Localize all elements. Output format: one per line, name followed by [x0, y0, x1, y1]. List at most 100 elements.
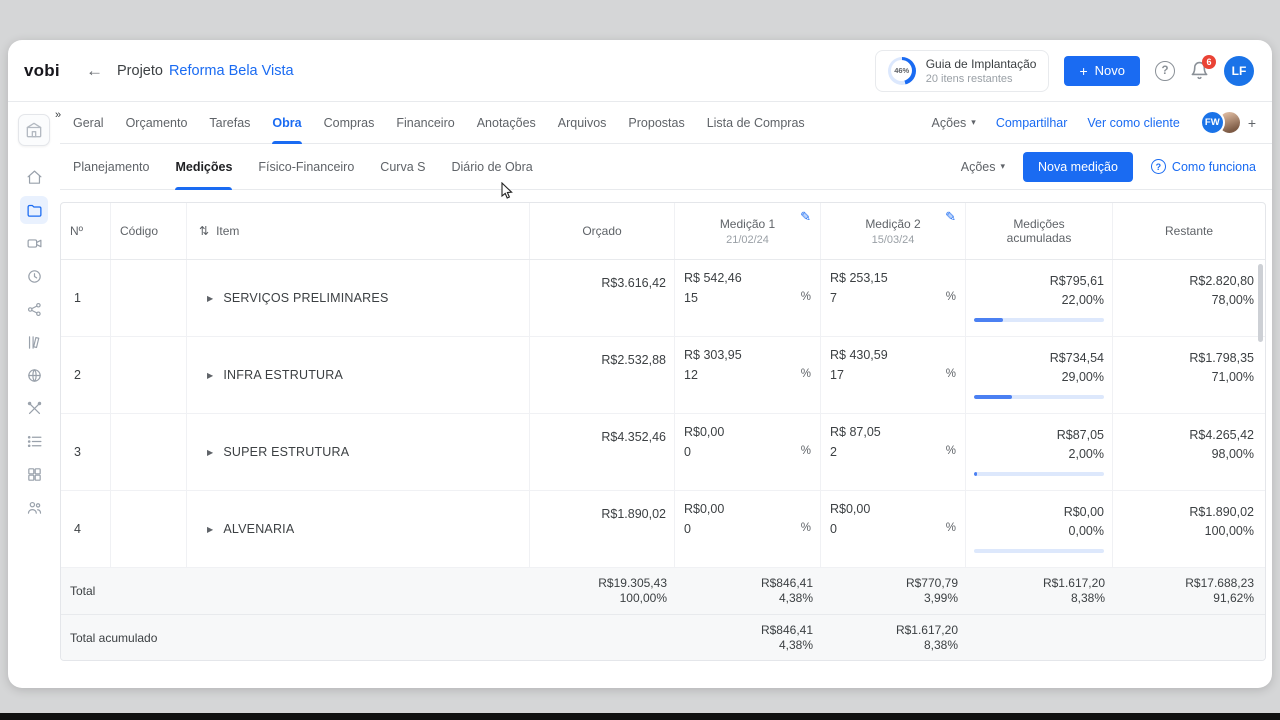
project-name[interactable]: Reforma Bela Vista	[169, 63, 294, 79]
expand-row-icon[interactable]: ▶	[207, 371, 213, 380]
accumulated-line2: acumuladas	[1007, 231, 1072, 245]
edit-measurement-1-icon[interactable]: ✎	[800, 209, 811, 225]
budget-value: R$3.616,42	[530, 260, 675, 336]
tab-lista-de-compras[interactable]: Lista de Compras	[707, 102, 805, 143]
accumulated-percent: 0,00%	[974, 524, 1104, 538]
measurement-2-percent: 17	[830, 368, 844, 382]
total-row: Total R$19.305,43 100,00% R$846,41 4,38%…	[61, 568, 1265, 615]
measurement-2-percent: 2	[830, 445, 837, 459]
user-avatar[interactable]: LF	[1224, 56, 1254, 86]
item-cell[interactable]: ▶ ALVENARIA	[187, 491, 530, 567]
measurement-2-cell[interactable]: R$ 253,15 7%	[821, 260, 966, 336]
measurement-1-cell[interactable]: R$ 303,95 12%	[675, 337, 821, 413]
bottom-strip	[0, 713, 1280, 720]
help-button[interactable]: ?	[1155, 61, 1175, 81]
globe-icon	[26, 367, 43, 384]
percent-sign: %	[801, 445, 811, 459]
new-measurement-button[interactable]: Nova medição	[1023, 152, 1133, 182]
expand-row-icon[interactable]: ▶	[207, 448, 213, 457]
clock-icon	[26, 268, 43, 285]
tab-arquivos[interactable]: Arquivos	[558, 102, 607, 143]
tab-anotacoes[interactable]: Anotações	[477, 102, 536, 143]
subtab-planejamento[interactable]: Planejamento	[73, 144, 149, 189]
accumulated-total-label: Total acumulado	[61, 615, 530, 660]
total-m1-value: R$846,41	[761, 576, 813, 591]
subtab-fisico-financeiro[interactable]: Físico-Financeiro	[258, 144, 354, 189]
chevron-down-icon: ▾	[971, 117, 976, 128]
main-nav: Geral Orçamento Tarefas Obra Compras Fin…	[60, 102, 1272, 144]
measurement-2-cell[interactable]: R$ 430,59 17%	[821, 337, 966, 413]
back-button[interactable]: ←	[86, 61, 103, 81]
tab-geral[interactable]: Geral	[73, 102, 104, 143]
measurement-2-date: 15/03/24	[872, 234, 915, 246]
subtab-diario-de-obra[interactable]: Diário de Obra	[451, 144, 532, 189]
measurement-2-cell[interactable]: R$0,00 0%	[821, 491, 966, 567]
implementation-guide-card[interactable]: 46% Guia de Implantação 20 itens restant…	[875, 50, 1050, 92]
tab-compras[interactable]: Compras	[324, 102, 375, 143]
sidebar-item-web[interactable]	[20, 361, 48, 389]
sidebar-item-network[interactable]	[20, 295, 48, 323]
notification-badge: 6	[1202, 55, 1216, 69]
item-cell[interactable]: ▶ INFRA ESTRUTURA	[187, 337, 530, 413]
how-it-works-link[interactable]: ? Como funciona	[1151, 159, 1256, 174]
measurement-1-cell[interactable]: R$0,00 0%	[675, 414, 821, 490]
remaining-cell: R$4.265,42 98,00%	[1113, 414, 1265, 490]
new-button[interactable]: + Novo	[1064, 56, 1140, 86]
measurement-2-cell[interactable]: R$ 87,05 2%	[821, 414, 966, 490]
remaining-percent: 78,00%	[1121, 293, 1254, 307]
remaining-value: R$1.798,35	[1121, 351, 1254, 365]
sidebar	[8, 102, 60, 688]
code-cell	[111, 414, 187, 490]
sidebar-item-history[interactable]	[20, 262, 48, 290]
add-collaborator-button[interactable]: +	[1248, 115, 1256, 131]
expand-row-icon[interactable]: ▶	[207, 294, 213, 303]
sidebar-item-apps[interactable]	[20, 460, 48, 488]
scrollbar-thumb[interactable]	[1258, 264, 1263, 342]
sidebar-item-team[interactable]	[20, 493, 48, 521]
tab-financeiro[interactable]: Financeiro	[396, 102, 454, 143]
header-actions: 46% Guia de Implantação 20 itens restant…	[875, 50, 1254, 92]
guide-progress-ring: 46%	[888, 57, 916, 85]
total-accumulated-value: R$1.617,20	[1043, 576, 1105, 591]
accumulated-percent: 22,00%	[974, 293, 1104, 307]
collaborator-avatar[interactable]: FW	[1200, 110, 1225, 135]
expand-row-icon[interactable]: ▶	[207, 525, 213, 534]
main-nav-actions: Ações ▾ Compartilhar Ver como cliente FW…	[932, 102, 1256, 143]
sub-nav-actions: Ações ▾ Nova medição ? Como funciona	[961, 144, 1256, 189]
tab-orcamento[interactable]: Orçamento	[126, 102, 188, 143]
measurement-2-value: R$ 430,59	[830, 348, 956, 362]
measurement-1-cell[interactable]: R$ 542,46 15%	[675, 260, 821, 336]
view-as-client-button[interactable]: Ver como cliente	[1087, 116, 1179, 130]
sidebar-item-library[interactable]	[20, 328, 48, 356]
tab-obra[interactable]: Obra	[272, 102, 301, 143]
guide-subtitle: 20 itens restantes	[926, 73, 1037, 85]
project-thumbnail[interactable]	[18, 114, 50, 146]
measurement-2-value: R$ 87,05	[830, 425, 956, 439]
budget-value: R$2.532,88	[530, 337, 675, 413]
project-actions-dropdown[interactable]: Ações ▾	[932, 116, 976, 130]
subtab-curva-s[interactable]: Curva S	[380, 144, 425, 189]
sidebar-item-tools[interactable]	[20, 394, 48, 422]
accumulated-total-measurement-1: R$846,41 4,38%	[675, 615, 821, 660]
sidebar-item-lists[interactable]	[20, 427, 48, 455]
collapse-sidebar-button[interactable]: »	[53, 109, 63, 121]
table-row: 3 ▶ SUPER ESTRUTURA R$4.352,46 R$0,00 0%	[61, 414, 1265, 491]
tab-tarefas[interactable]: Tarefas	[209, 102, 250, 143]
sidebar-item-projects[interactable]	[20, 196, 48, 224]
tab-propostas[interactable]: Propostas	[628, 102, 684, 143]
subtab-medicoes[interactable]: Medições	[175, 144, 232, 189]
remaining-cell: R$1.798,35 71,00%	[1113, 337, 1265, 413]
edit-measurement-2-icon[interactable]: ✎	[945, 209, 956, 225]
share-button[interactable]: Compartilhar	[996, 116, 1068, 130]
sidebar-item-media[interactable]	[20, 229, 48, 257]
list-icon	[26, 433, 43, 450]
sort-icon[interactable]: ⇅	[199, 224, 209, 238]
vobi-logo: vobi	[24, 61, 86, 81]
item-cell[interactable]: ▶ SERVIÇOS PRELIMINARES	[187, 260, 530, 336]
sidebar-item-home[interactable]	[20, 163, 48, 191]
notifications-button[interactable]: 6	[1190, 61, 1209, 80]
measurements-actions-dropdown[interactable]: Ações ▾	[961, 160, 1005, 174]
row-number: 3	[61, 414, 111, 490]
measurement-1-cell[interactable]: R$0,00 0%	[675, 491, 821, 567]
item-cell[interactable]: ▶ SUPER ESTRUTURA	[187, 414, 530, 490]
